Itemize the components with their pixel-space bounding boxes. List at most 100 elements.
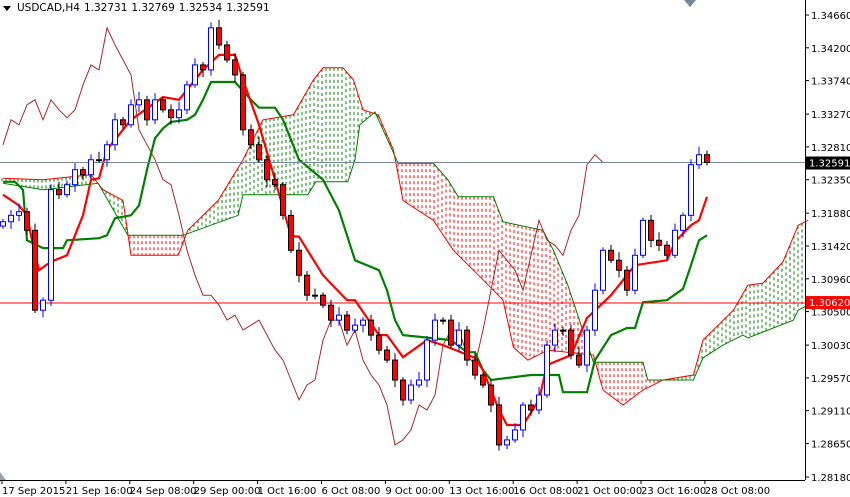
candle: [0, 218, 6, 229]
candle-body: [64, 184, 70, 196]
candle-body: [72, 169, 78, 186]
candle-body: [504, 439, 510, 446]
scroll-marker-icon[interactable]: [0, 472, 6, 480]
candle: [288, 209, 294, 254]
candle: [672, 223, 678, 259]
candle: [216, 19, 222, 50]
chart-header: USDCAD,H4 1.32731 1.32769 1.32534 1.3259…: [3, 2, 270, 14]
senkou-span-b-line: [2, 111, 809, 381]
candle: [264, 155, 270, 187]
candle-body: [248, 129, 254, 146]
candle-body: [328, 304, 334, 321]
candle-body: [16, 211, 22, 216]
candle-body: [352, 324, 358, 331]
candle: [584, 325, 590, 373]
candle: [152, 93, 158, 125]
ohlc-open: 1.32731: [83, 2, 128, 14]
price-tick-label: 1.31880: [811, 209, 850, 220]
candle: [448, 314, 454, 348]
candle: [200, 62, 206, 78]
shift-marker-icon[interactable]: [684, 0, 696, 7]
candle-body: [40, 299, 46, 311]
candle-body: [120, 119, 126, 126]
candle-body: [496, 404, 502, 446]
candle-body: [408, 384, 414, 401]
candle-body: [520, 404, 526, 431]
horizontal-line-label: 1.30620: [809, 298, 850, 309]
candle: [304, 271, 310, 301]
candle: [160, 96, 166, 113]
candle: [248, 124, 254, 150]
time-tick-label: 17 Sep 2015: [2, 486, 65, 497]
candle-body: [320, 294, 326, 306]
time-tick-label: 23 Oct 16:00: [641, 486, 706, 497]
candle-body: [552, 329, 558, 346]
candle-body: [688, 164, 694, 216]
candle: [608, 244, 614, 264]
candle-body: [464, 329, 470, 361]
candle: [440, 317, 446, 325]
candle: [616, 252, 622, 278]
candle-body: [584, 329, 590, 366]
candle: [40, 297, 46, 318]
candle-body: [304, 274, 310, 296]
price-tick-label: 1.30500: [811, 308, 850, 319]
candle-body: [344, 314, 350, 331]
candle: [520, 402, 526, 438]
time-tick-label: 13 Oct 16:00: [449, 486, 514, 497]
candle-body: [624, 269, 630, 291]
candle-body: [480, 374, 486, 386]
candle: [24, 207, 30, 235]
candle-body: [376, 334, 382, 351]
price-tick-label: 1.31420: [811, 242, 850, 253]
candle-body: [200, 64, 206, 71]
candle-body: [224, 44, 230, 61]
candle: [240, 72, 246, 136]
candle: [704, 150, 710, 166]
candle: [48, 184, 54, 306]
candle: [80, 166, 86, 181]
candle-body: [240, 74, 246, 131]
candle-body: [560, 329, 566, 332]
price-tick-label: 1.28650: [811, 439, 850, 450]
candle: [648, 214, 654, 248]
candle: [368, 314, 374, 341]
time-tick-label: 24 Sep 08:00: [130, 486, 197, 497]
candle: [656, 232, 662, 251]
candle-body: [672, 229, 678, 256]
current-price-label: 1.32591: [809, 159, 850, 170]
candle: [384, 345, 390, 363]
candle-body: [664, 244, 670, 256]
price-tick-label: 1.33270: [811, 110, 850, 121]
candle: [72, 163, 78, 192]
candle-body: [696, 154, 702, 166]
candle-body: [264, 159, 270, 181]
price-chart[interactable]: 1.34660 1.34200 1.33740 1.33270 1.32810 1.323…: [0, 0, 850, 497]
candle-body: [576, 354, 582, 366]
candle-body: [456, 329, 462, 346]
candle-body: [616, 259, 622, 271]
candle-body: [80, 169, 86, 176]
time-tick-label: 9 Oct 00:00: [385, 486, 444, 497]
candle: [512, 423, 518, 443]
candle-body: [384, 349, 390, 361]
candle: [400, 377, 406, 406]
candle-body: [512, 429, 518, 441]
candle-body: [216, 27, 222, 46]
chart-menu-triangle-icon[interactable]: [3, 5, 11, 11]
kijun-sen-line: [3, 80, 708, 394]
price-tick-label: 1.29110: [811, 407, 850, 418]
candle-body: [600, 249, 606, 291]
price-tick-label: 1.32350: [811, 176, 850, 187]
candle: [496, 397, 502, 451]
candle-body: [568, 329, 574, 356]
ohlc-high: 1.32769: [131, 2, 175, 14]
candle: [128, 99, 134, 128]
candle-body: [368, 319, 374, 336]
candle-body: [680, 214, 686, 231]
time-tick-label: 21 Oct 00:00: [577, 486, 642, 497]
candle: [624, 266, 630, 296]
price-tick-label: 1.33740: [811, 77, 850, 88]
candle: [680, 212, 686, 238]
candle-body: [128, 104, 134, 126]
